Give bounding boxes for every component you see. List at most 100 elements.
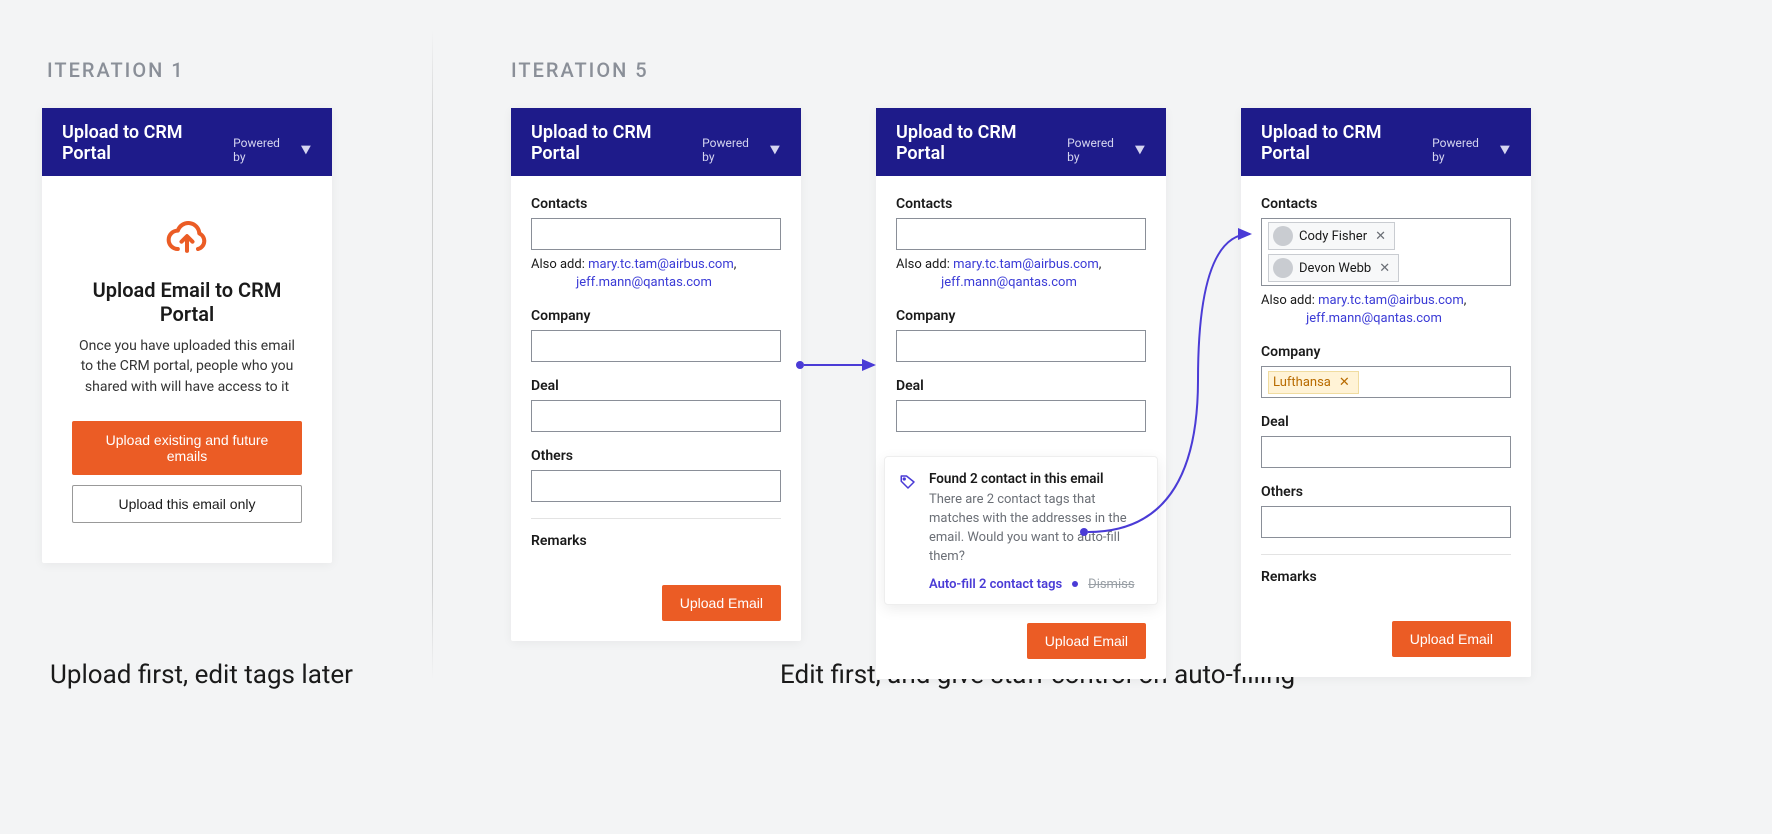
- upload-email-button[interactable]: Upload Email: [1027, 623, 1146, 659]
- upload-this-only-button[interactable]: Upload this email only: [72, 485, 302, 523]
- others-input[interactable]: [1261, 506, 1511, 538]
- also-add-email-2[interactable]: jeff.mann@qantas.com: [941, 275, 1077, 290]
- powered-by-label: Powered by: [233, 136, 294, 164]
- flow-arrow-1: [796, 355, 880, 375]
- card-header: Upload to CRM Portal Powered by: [511, 108, 801, 176]
- card-body: Contacts Cody Fisher ✕ Devon Webb ✕ Also…: [1241, 176, 1531, 611]
- contacts-input[interactable]: [896, 218, 1146, 250]
- powered-by-label: Powered by: [1432, 136, 1493, 164]
- company-label: Company: [896, 308, 1146, 324]
- company-field: Company: [531, 308, 781, 362]
- deal-field: Deal: [531, 378, 781, 432]
- card-header: Upload to CRM Portal Powered by: [42, 108, 332, 176]
- deal-field: Deal: [896, 378, 1146, 432]
- upload-description: Once you have uploaded this email to the…: [72, 336, 302, 397]
- powered-by-label: Powered by: [1067, 136, 1128, 164]
- deal-input[interactable]: [531, 400, 781, 432]
- also-add-email-2[interactable]: jeff.mann@qantas.com: [1306, 311, 1442, 326]
- card-footer: Upload Email: [511, 575, 801, 641]
- also-add-email-1[interactable]: mary.tc.tam@airbus.com: [588, 257, 734, 272]
- company-input[interactable]: [531, 330, 781, 362]
- card-body: Contacts Also add: mary.tc.tam@airbus.co…: [511, 176, 801, 575]
- avatar-icon: [1273, 226, 1293, 246]
- deal-field: Deal: [1261, 414, 1511, 468]
- card-iteration-1: Upload to CRM Portal Powered by Upload E…: [42, 108, 332, 563]
- autofill-hint: Found 2 contact in this email There are …: [884, 456, 1158, 604]
- card-iteration-5a: Upload to CRM Portal Powered by Contacts…: [511, 108, 801, 641]
- card-header: Upload to CRM Portal Powered by: [876, 108, 1166, 176]
- contacts-input[interactable]: [531, 218, 781, 250]
- others-field: Others: [1261, 484, 1511, 538]
- also-add-email-2[interactable]: jeff.mann@qantas.com: [576, 275, 712, 290]
- also-add-email-1[interactable]: mary.tc.tam@airbus.com: [953, 257, 1099, 272]
- company-field: Company: [896, 308, 1146, 362]
- others-input[interactable]: [531, 470, 781, 502]
- contact-chip-devon[interactable]: Devon Webb ✕: [1268, 254, 1399, 282]
- also-add: Also add: mary.tc.tam@airbus.com, jeff.m…: [1261, 292, 1511, 328]
- hint-title: Found 2 contact in this email: [929, 471, 1143, 487]
- autofill-action[interactable]: Auto-fill 2 contact tags: [929, 577, 1062, 592]
- remarks-label: Remarks: [1261, 569, 1511, 585]
- avatar-icon: [1273, 258, 1293, 278]
- also-add-label: Also add:: [896, 257, 950, 272]
- chip-label: Lufthansa: [1273, 375, 1331, 390]
- also-add-label: Also add:: [531, 257, 585, 272]
- company-field: Company Lufthansa ✕: [1261, 344, 1511, 398]
- contacts-label: Contacts: [896, 196, 1146, 212]
- also-add-email-1[interactable]: mary.tc.tam@airbus.com: [1318, 293, 1464, 308]
- also-add: Also add: mary.tc.tam@airbus.com, jeff.m…: [896, 256, 1146, 292]
- contacts-field: Contacts Also add: mary.tc.tam@airbus.co…: [531, 196, 781, 292]
- company-label: Company: [1261, 344, 1511, 360]
- company-input[interactable]: Lufthansa ✕: [1261, 366, 1511, 398]
- iteration-1-label: ITERATION 1: [47, 58, 185, 82]
- hint-actions: Auto-fill 2 contact tags Dismiss: [929, 577, 1143, 592]
- brand-icon: [1499, 144, 1511, 156]
- contacts-field: Contacts Cody Fisher ✕ Devon Webb ✕ Also…: [1261, 196, 1511, 328]
- deal-input[interactable]: [896, 400, 1146, 432]
- deal-label: Deal: [896, 378, 1146, 394]
- upload-email-button[interactable]: Upload Email: [662, 585, 781, 621]
- header-title: Upload to CRM Portal: [62, 122, 233, 164]
- close-icon[interactable]: ✕: [1377, 261, 1392, 276]
- cloud-upload-icon: [72, 216, 302, 264]
- contact-chip-cody[interactable]: Cody Fisher ✕: [1268, 222, 1395, 250]
- remarks-label: Remarks: [531, 533, 781, 549]
- divider: [531, 518, 781, 519]
- card-body: Upload Email to CRM Portal Once you have…: [42, 176, 332, 563]
- iteration-5-label: ITERATION 5: [511, 58, 649, 82]
- header-title: Upload to CRM Portal: [531, 122, 702, 164]
- brand-icon: [769, 144, 781, 156]
- contacts-input[interactable]: Cody Fisher ✕ Devon Webb ✕: [1261, 218, 1511, 286]
- chip-label: Devon Webb: [1299, 261, 1371, 276]
- close-icon[interactable]: ✕: [1373, 229, 1388, 244]
- others-label: Others: [531, 448, 781, 464]
- card-footer: Upload Email: [1241, 611, 1531, 677]
- dismiss-action[interactable]: Dismiss: [1088, 577, 1134, 592]
- close-icon[interactable]: ✕: [1337, 375, 1352, 390]
- card-body: Contacts Also add: mary.tc.tam@airbus.co…: [876, 176, 1166, 456]
- powered-by-label: Powered by: [702, 136, 763, 164]
- card-header: Upload to CRM Portal Powered by: [1241, 108, 1531, 176]
- hint-body: There are 2 contact tags that matches wi…: [929, 491, 1143, 566]
- company-input[interactable]: [896, 330, 1146, 362]
- deal-label: Deal: [1261, 414, 1511, 430]
- company-label: Company: [531, 308, 781, 324]
- contacts-field: Contacts Also add: mary.tc.tam@airbus.co…: [896, 196, 1146, 292]
- powered-by: Powered by: [1432, 136, 1511, 164]
- powered-by: Powered by: [233, 136, 312, 164]
- company-chip-lufthansa[interactable]: Lufthansa ✕: [1268, 371, 1359, 394]
- vertical-divider: [432, 30, 433, 680]
- also-add-label: Also add:: [1261, 293, 1315, 308]
- header-title: Upload to CRM Portal: [1261, 122, 1432, 164]
- hint-content: Found 2 contact in this email There are …: [929, 471, 1143, 591]
- caption-iteration-1: Upload first, edit tags later: [50, 660, 353, 690]
- upload-title: Upload Email to CRM Portal: [72, 278, 302, 326]
- card-iteration-5b: Upload to CRM Portal Powered by Contacts…: [876, 108, 1166, 679]
- deal-label: Deal: [531, 378, 781, 394]
- dot-icon: [1072, 581, 1078, 587]
- others-label: Others: [1261, 484, 1511, 500]
- header-title: Upload to CRM Portal: [896, 122, 1067, 164]
- deal-input[interactable]: [1261, 436, 1511, 468]
- upload-email-button[interactable]: Upload Email: [1392, 621, 1511, 657]
- upload-existing-future-button[interactable]: Upload existing and future emails: [72, 421, 302, 475]
